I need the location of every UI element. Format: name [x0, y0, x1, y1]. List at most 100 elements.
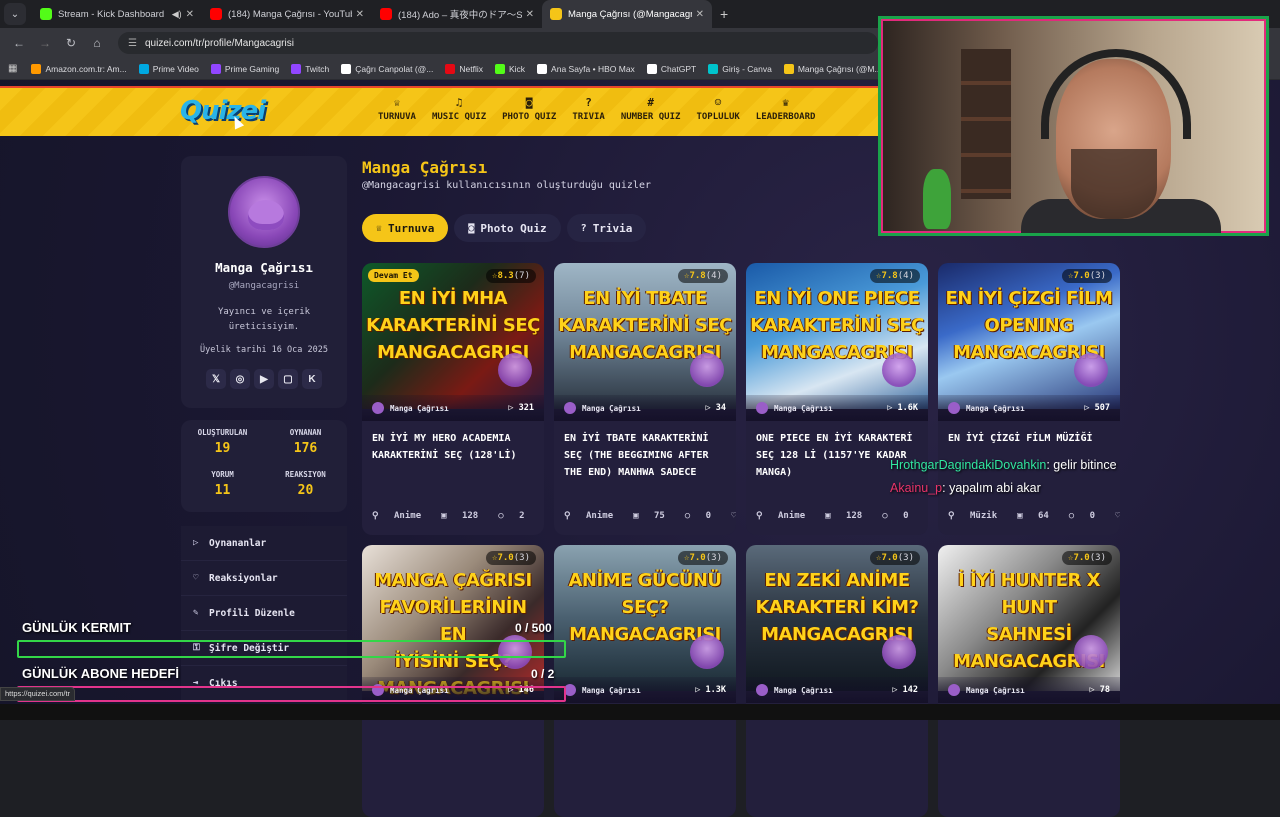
filter-tab-photo-quiz[interactable]: ◙ Photo Quiz: [454, 214, 561, 242]
bookmark-favicon-icon: [783, 63, 794, 74]
bookmark-item[interactable]: ChatGPT: [646, 63, 696, 74]
bookmark-label: Prime Video: [152, 63, 199, 74]
filter-tab-trivia[interactable]: ? Trivia: [566, 214, 647, 242]
x-icon[interactable]: 𝕏: [206, 369, 226, 389]
profile-joined: Üyelik tarihi 16 Oca 2025: [200, 345, 328, 355]
browser-tab[interactable]: (184) Manga Çağrısı - YouTube ✕: [202, 0, 372, 28]
home-button[interactable]: ⌂: [86, 36, 108, 50]
meta-comments: ○ 0: [1069, 511, 1105, 521]
filter-icon: ♕: [376, 222, 383, 234]
webcam-kermit-figure: [923, 169, 951, 229]
chat-message: Akainu_p: yapalım abi akar: [890, 477, 1117, 500]
quiz-thumbnail[interactable]: EN İYİ ÇİZGİ FİLM OPENING MANGACAGRISI: [938, 263, 1120, 409]
profile-menu: ▷ Oynananlar ♡ Reaksiyonlar ✎ Profili Düzenle…: [181, 526, 347, 701]
quiz-thumbnail[interactable]: EN İYİ ONE PIECE KARAKTERİNİ SEÇ MANGACA…: [746, 263, 928, 409]
sub-goal-bar: [17, 686, 566, 702]
music-icon: ♫: [455, 96, 463, 109]
quiz-thumbnail[interactable]: EN ZEKİ ANİME KARAKTERİ KİM? MANGACAGRIS…: [746, 545, 928, 691]
page-title: Manga Çağrısı: [362, 158, 488, 177]
quiz-thumbnail[interactable]: ANİME GÜCÜNÜ SEÇ? MANGACAGRISI: [554, 545, 736, 691]
bookmark-item[interactable]: Ana Sayfa • HBO Max: [537, 63, 635, 74]
nav-item-leaderboard[interactable]: ♛ LEADERBOARD: [756, 96, 816, 122]
bookmark-item[interactable]: Prime Video: [138, 63, 199, 74]
quiz-card[interactable]: EN ZEKİ ANİME KARAKTERİ KİM? MANGACAGRIS…: [746, 545, 928, 817]
quiz-card[interactable]: EN İYİ MHA KARAKTERİNİ SEÇ MANGACAGRISI ☆…: [362, 263, 544, 535]
tab-close-icon[interactable]: ✕: [526, 9, 534, 20]
nav-label: MUSIC QUIZ: [431, 112, 487, 122]
meta-category-value: Anime: [778, 511, 806, 521]
url-field[interactable]: ☰ quizei.com/tr/profile/Mangacagrisi: [118, 32, 878, 54]
meta-category: ⚲ Anime: [372, 511, 431, 521]
rating-value: 7.8: [689, 271, 706, 281]
quiz-thumbnail[interactable]: EN İYİ MHA KARAKTERİNİ SEÇ MANGACAGRISI: [362, 263, 544, 409]
quiz-card[interactable]: MANGA ÇAĞRISI FAVORİLERİNİN EN İYİSİNİ S…: [362, 545, 544, 817]
browser-tab[interactable]: Manga Çağrısı (@Mangacagrisi ✕: [542, 0, 712, 28]
nav-item-number-quiz[interactable]: # NUMBER QUIZ: [621, 96, 681, 122]
tab-close-icon[interactable]: ✕: [186, 9, 194, 20]
author-row: Manga Çağrısı ▷ 34: [554, 395, 736, 421]
quiz-thumbnail[interactable]: İ İYİ HUNTER X HUNT SAHNESİ MANGACAGRISI: [938, 545, 1120, 691]
quiz-title[interactable]: EN İYİ ÇİZGİ FİLM MÜZİĞİ: [948, 430, 1112, 447]
bookmark-item[interactable]: Prime Gaming: [210, 63, 279, 74]
forward-button[interactable]: →: [34, 36, 56, 50]
continue-badge[interactable]: Devam Et: [368, 269, 419, 282]
new-tab-button[interactable]: +: [720, 6, 728, 22]
kick-icon[interactable]: K: [302, 369, 322, 389]
bookmark-item[interactable]: Çağrı Canpolat (@...: [341, 63, 433, 74]
comment-icon: ○: [882, 511, 894, 521]
back-button[interactable]: ←: [8, 36, 30, 50]
bookmark-item[interactable]: Manga Çağrısı (@M...: [783, 63, 882, 74]
apps-icon[interactable]: ▦: [8, 63, 17, 74]
browser-tab[interactable]: Stream - Kick Dashboard ◀) ✕: [32, 0, 202, 28]
meta-category: ⚲ Anime: [564, 511, 623, 521]
quiz-thumbnail[interactable]: MANGA ÇAĞRISI FAVORİLERİNİN EN İYİSİNİ S…: [362, 545, 544, 699]
browser-tab[interactable]: (184) Ado – 真夜中のドア～Stay ✕: [372, 0, 542, 28]
profile-menu-item[interactable]: ♡ Reaksiyonlar: [181, 561, 347, 596]
nav-item-trivia[interactable]: ? TRIVIA: [572, 96, 605, 122]
speaker-icon[interactable]: ◀): [172, 9, 182, 20]
reload-button[interactable]: ↻: [60, 36, 82, 50]
tab-search-button[interactable]: ⌄: [4, 3, 26, 25]
tab-close-icon[interactable]: ✕: [356, 9, 364, 20]
webcam-overlay: [878, 16, 1269, 236]
bookmark-item[interactable]: Twitch: [291, 63, 329, 74]
kermit-goal-value: 0 / 500: [515, 621, 552, 635]
meta-category-value: Anime: [586, 511, 614, 521]
filter-tab-turnuva[interactable]: ♕ Turnuva: [362, 214, 449, 242]
profile-menu-item[interactable]: ✎ Profili Düzenle: [181, 596, 347, 631]
meta-items-value: 75: [653, 511, 665, 521]
menu-item-icon: ♡: [193, 573, 199, 583]
tab-close-icon[interactable]: ✕: [696, 9, 704, 20]
chat-text: : yapalım abi akar: [942, 481, 1041, 495]
quiz-title[interactable]: EN İYİ TBATE KARAKTERİNİ SEÇ (THE BEGGIM…: [564, 430, 728, 481]
bookmark-item[interactable]: Netflix: [445, 63, 483, 74]
stat-label: REAKSIYON: [285, 470, 326, 479]
nav-item-topluluk[interactable]: ☺ TOPLULUK: [696, 96, 739, 122]
quiz-card[interactable]: ANİME GÜCÜNÜ SEÇ? MANGACAGRISI ☆7.0(3) Man…: [554, 545, 736, 817]
rating-value: 7.0: [881, 553, 898, 563]
profile-bio: Yayıncı ve içerik üreticisiyim.: [217, 307, 311, 332]
profile-menu-item[interactable]: ▷ Oynananlar: [181, 526, 347, 561]
site-info-icon[interactable]: ☰: [128, 38, 137, 49]
youtube-icon[interactable]: ▶: [254, 369, 274, 389]
instagram-icon[interactable]: ◎: [230, 369, 250, 389]
twitch-icon[interactable]: ▢: [278, 369, 298, 389]
quiz-card[interactable]: İ İYİ HUNTER X HUNT SAHNESİ MANGACAGRISI…: [938, 545, 1120, 817]
quiz-title[interactable]: EN İYİ MY HERO ACADEMIA KARAKTERİNİ SEÇ …: [372, 430, 536, 464]
stat-label: YORUM: [211, 470, 234, 479]
play-count-value: 1.3K: [705, 685, 726, 695]
site-logo[interactable]: Quizei: [180, 96, 266, 126]
tag-icon: ⚲: [756, 511, 769, 521]
chat-text: : gelir bitince: [1046, 458, 1117, 472]
bookmark-item[interactable]: Amazon.com.tr: Am...: [31, 63, 127, 74]
bookmark-item[interactable]: Giriş - Canva: [708, 63, 772, 74]
nav-item-music-quiz[interactable]: ♫ MUSIC QUIZ: [432, 96, 486, 122]
bookmark-item[interactable]: Kick: [494, 63, 525, 74]
nav-item-turnuva[interactable]: ♕ TURNUVA: [378, 96, 416, 122]
quiz-thumbnail[interactable]: EN İYİ TBATE KARAKTERİNİ SEÇ MANGACAGRIS…: [554, 263, 736, 409]
nav-item-photo-quiz[interactable]: ◙ PHOTO QUIZ: [502, 96, 556, 122]
menu-item-label: Oynananlar: [209, 537, 267, 549]
quiz-card[interactable]: EN İYİ TBATE KARAKTERİNİ SEÇ MANGACAGRIS…: [554, 263, 736, 535]
rating-count: (3): [897, 553, 914, 563]
author-name: Manga Çağrısı: [582, 403, 641, 413]
